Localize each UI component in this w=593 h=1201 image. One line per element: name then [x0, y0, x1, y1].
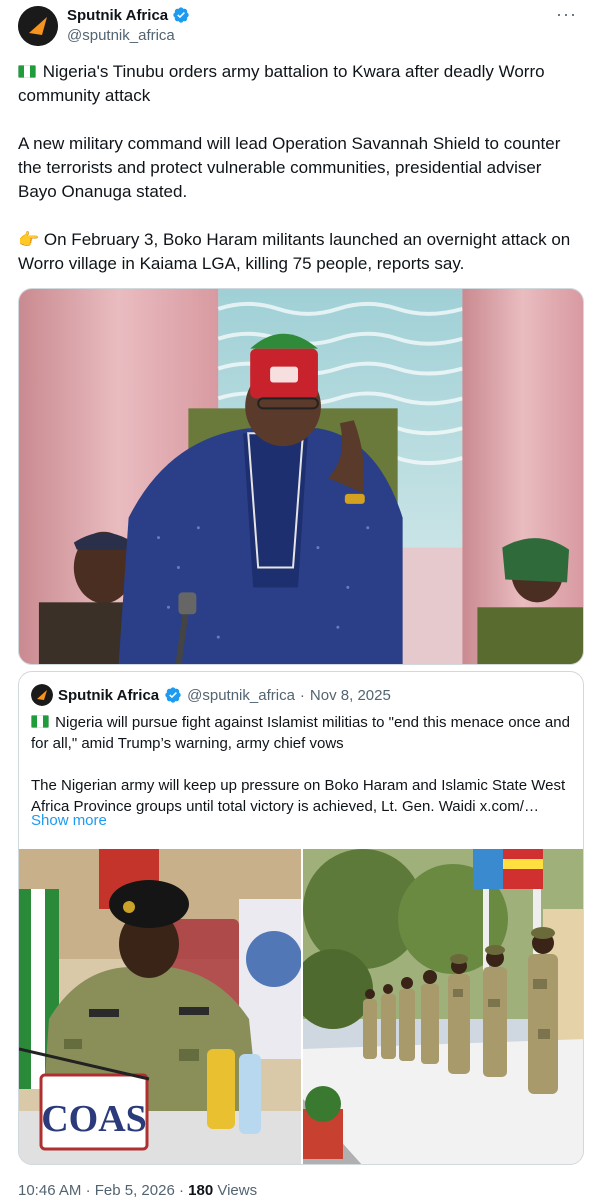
quoted-avatar [31, 684, 53, 706]
sputnik-logo-icon [18, 6, 58, 46]
quoted-paragraph-1: Nigeria will pursue fight against Islami… [31, 712, 576, 754]
avatar[interactable] [18, 6, 58, 46]
quoted-account-handle: @sputnik_africa [187, 686, 295, 704]
account-name-row[interactable]: Sputnik Africa [67, 6, 190, 24]
views-count: 180 [188, 1182, 214, 1199]
footer-separator: · [178, 1182, 184, 1199]
footer-separator: · [85, 1182, 91, 1199]
quoted-account-name: Sputnik Africa [58, 686, 160, 704]
quoted-photo-soldiers-parade[interactable] [303, 849, 583, 1164]
account-name[interactable]: Sputnik Africa [67, 7, 168, 24]
tweet-paragraph-3-text: On February 3, Boko Haram militants laun… [18, 230, 571, 273]
quoted-tweet[interactable]: Sputnik Africa @sputnik_africa · Nov 8, … [18, 671, 584, 1165]
quoted-date: Nov 8, 2025 [309, 686, 391, 704]
tweet-headline: Nigeria's Tinubu orders army battalion t… [18, 62, 545, 105]
quoted-paragraph-2: The Nigerian army will keep up pressure … [31, 777, 566, 815]
placard-text: COAS [41, 1098, 147, 1140]
tweet-photo[interactable] [18, 288, 584, 665]
tweet-paragraph-3: 👉 On February 3, Boko Haram militants la… [18, 228, 578, 276]
quoted-photo-army-chief[interactable]: COAS [19, 849, 301, 1164]
tweet-date[interactable]: Feb 5, 2026 [95, 1182, 175, 1199]
sputnik-logo-icon [31, 684, 53, 706]
quoted-separator: · [299, 686, 305, 704]
tweet-time[interactable]: 10:46 AM [18, 1182, 81, 1199]
tweet-paragraph-2: A new military command will lead Operati… [18, 134, 561, 201]
show-more-link[interactable]: Show more [31, 812, 107, 829]
tweet-metadata: 10:46 AM · Feb 5, 2026 · 180 Views [18, 1182, 257, 1199]
views-label: Views [217, 1182, 258, 1199]
quoted-headline: Nigeria will pursue fight against Islami… [31, 714, 570, 752]
nigeria-flag-icon [31, 715, 49, 728]
president-speaking-photo [19, 289, 583, 664]
verified-badge-icon [164, 686, 182, 704]
account-handle[interactable]: @sputnik_africa [67, 27, 175, 44]
more-options-icon[interactable]: ··· [556, 4, 577, 25]
pointing-hand-icon: 👉 [18, 230, 40, 249]
verified-badge-icon [172, 6, 190, 24]
nigeria-flag-icon [18, 65, 36, 78]
tweet-text: Nigeria's Tinubu orders army battalion t… [18, 60, 578, 276]
tweet-paragraph-1: Nigeria's Tinubu orders army battalion t… [18, 60, 578, 108]
quoted-tweet-text: Nigeria will pursue fight against Islami… [31, 712, 576, 817]
quoted-tweet-header: Sputnik Africa @sputnik_africa · Nov 8, … [31, 684, 391, 706]
